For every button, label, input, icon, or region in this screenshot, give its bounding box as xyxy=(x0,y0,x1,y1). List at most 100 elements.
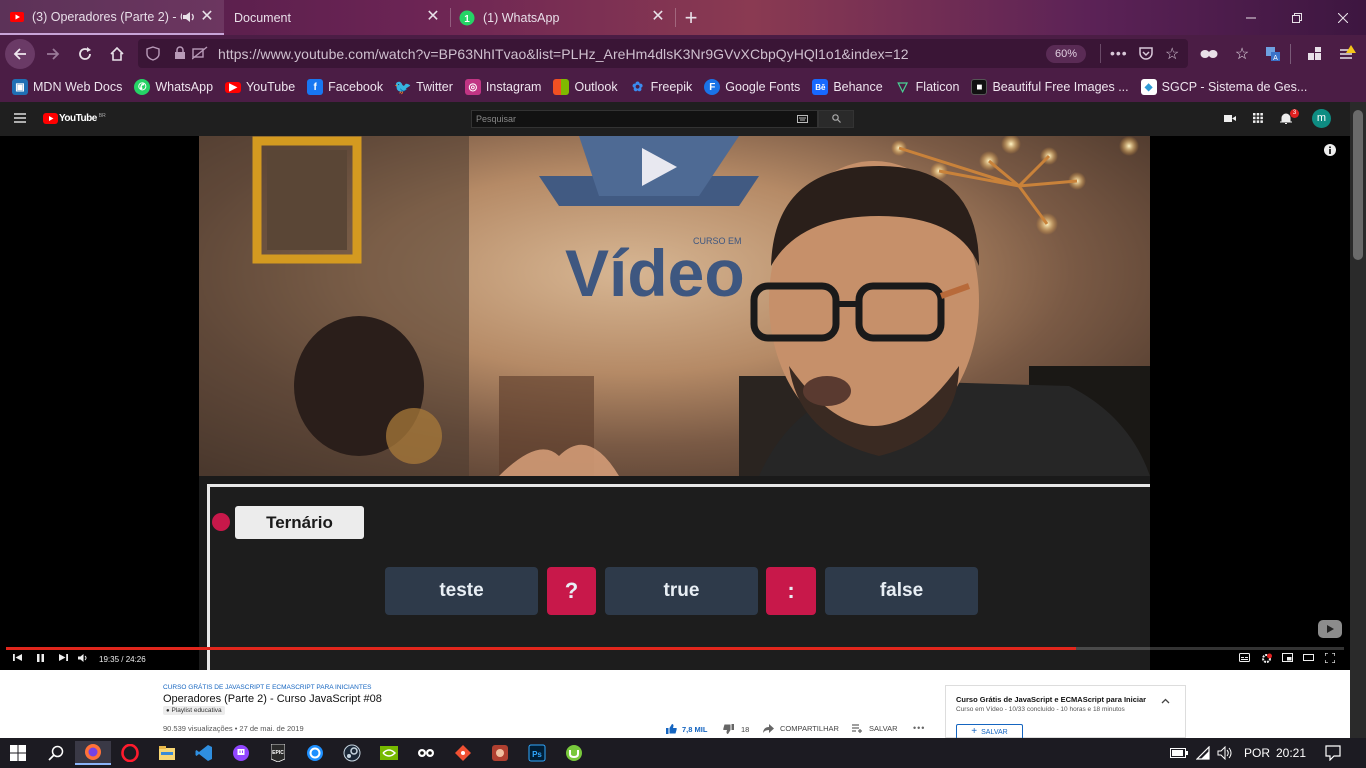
bookmark-flaticon[interactable]: ▽ Flaticon xyxy=(895,79,960,95)
shield-icon[interactable] xyxy=(146,46,160,61)
search-input[interactable]: Pesquisar xyxy=(471,110,818,128)
reload-icon[interactable] xyxy=(70,39,100,69)
scrollbar-thumb[interactable] xyxy=(1353,110,1363,260)
bookmark-unsplash[interactable]: ■ Beautiful Free Images ... xyxy=(971,79,1129,95)
playlist-link[interactable]: CURSO GRÁTIS DE JAVASCRIPT E ECMASCRIPT … xyxy=(163,684,372,691)
more-options-icon[interactable]: ••• xyxy=(913,723,925,733)
miniplayer-icon[interactable] xyxy=(1282,653,1293,662)
hamburger-menu-icon[interactable] xyxy=(14,113,26,123)
restore-icon[interactable] xyxy=(1274,0,1320,35)
photoshop-icon[interactable]: Ps xyxy=(519,741,555,765)
windows-start-icon[interactable] xyxy=(0,741,36,765)
notifications-center-icon[interactable] xyxy=(1325,745,1341,761)
settings-icon[interactable] xyxy=(1261,653,1272,664)
twitch-icon[interactable] xyxy=(223,741,259,765)
close-tab-icon[interactable]: ✕ xyxy=(200,9,214,25)
translate-icon[interactable]: A xyxy=(1258,39,1288,69)
bookmark-instagram[interactable]: ◎ Instagram xyxy=(464,79,541,95)
search-icon[interactable] xyxy=(38,741,74,765)
firefox-icon[interactable] xyxy=(75,741,111,765)
theater-mode-icon[interactable] xyxy=(1303,653,1314,662)
bookmark-freepik[interactable]: ✿ Freepik xyxy=(630,79,692,95)
search-button[interactable] xyxy=(818,110,854,128)
clock[interactable]: 20:21 xyxy=(1276,746,1306,760)
bookmark-outlook[interactable]: Outlook xyxy=(553,79,618,95)
wifi-icon[interactable] xyxy=(1196,746,1210,760)
mask-icon[interactable] xyxy=(1194,39,1224,69)
next-icon[interactable] xyxy=(59,653,68,662)
vscode-icon[interactable] xyxy=(186,741,222,765)
starred-icon[interactable]: ☆ xyxy=(1227,39,1257,69)
menu-icon[interactable] xyxy=(1332,39,1362,69)
playlist-title[interactable]: Curso Grátis de JavaScript e ECMAScript … xyxy=(956,695,1146,704)
bookmark-mdn[interactable]: ▣ MDN Web Docs xyxy=(12,79,122,95)
lock-icon[interactable] xyxy=(174,46,186,60)
bookmark-label: Google Fonts xyxy=(725,80,801,94)
file-explorer-icon[interactable] xyxy=(149,741,185,765)
fullscreen-icon[interactable] xyxy=(1325,653,1335,663)
like-button[interactable]: 7,8 MIL xyxy=(666,724,707,734)
tab-document[interactable]: Document ✕ xyxy=(224,0,450,35)
avatar[interactable]: m xyxy=(1312,109,1331,128)
volume-icon[interactable] xyxy=(78,653,89,663)
new-tab-icon[interactable]: + xyxy=(677,0,705,35)
tab-youtube[interactable]: (3) Operadores (Parte 2) - Cu ✕ xyxy=(0,0,224,35)
bookmark-twitter[interactable]: 🐦 Twitter xyxy=(394,79,453,95)
bookmark-label: Beautiful Free Images ... xyxy=(992,80,1129,94)
forward-icon[interactable] xyxy=(38,39,68,69)
steam-icon[interactable] xyxy=(334,741,370,765)
camera-blocked-icon[interactable] xyxy=(192,46,208,60)
create-video-icon[interactable] xyxy=(1224,114,1236,123)
tab-whatsapp[interactable]: 1 (1) WhatsApp ✕ xyxy=(451,0,675,35)
bookmark-facebook[interactable]: f Facebook xyxy=(307,79,383,95)
close-tab-icon[interactable]: ✕ xyxy=(651,9,665,25)
more-actions-icon[interactable]: ••• xyxy=(1110,45,1128,61)
url-bar[interactable]: https://www.youtube.com/watch?v=BP63NhIT… xyxy=(138,39,1188,68)
slide-title: Ternário xyxy=(235,506,364,539)
close-tab-icon[interactable]: ✕ xyxy=(426,9,440,25)
pause-icon[interactable] xyxy=(36,653,45,663)
apps-grid-icon[interactable] xyxy=(1253,113,1263,123)
uplay-icon[interactable] xyxy=(297,741,333,765)
app-icon[interactable] xyxy=(482,741,518,765)
opera-icon[interactable] xyxy=(112,741,148,765)
instagram-icon: ◎ xyxy=(464,79,481,95)
input-language[interactable]: POR xyxy=(1244,746,1270,760)
speaker-icon[interactable] xyxy=(182,10,196,24)
info-icon[interactable] xyxy=(1324,144,1336,156)
bookmark-whatsapp[interactable]: ✆ WhatsApp xyxy=(134,79,213,95)
bookmark-star-icon[interactable]: ☆ xyxy=(1165,44,1179,64)
pocket-icon[interactable] xyxy=(1138,45,1154,61)
channel-watermark-icon[interactable] xyxy=(1318,620,1342,638)
bookmark-sgcp[interactable]: ◆ SGCP - Sistema de Ges... xyxy=(1140,79,1308,95)
progress-bar[interactable] xyxy=(6,647,1344,650)
previous-icon[interactable] xyxy=(13,653,22,662)
tripadvisor-icon[interactable] xyxy=(408,741,444,765)
minimize-icon[interactable] xyxy=(1228,0,1274,35)
bookmark-youtube[interactable]: ▶ YouTube xyxy=(225,80,295,94)
dislike-button[interactable]: 18 xyxy=(723,724,749,734)
save-button[interactable]: SALVAR xyxy=(852,724,897,733)
git-icon[interactable] xyxy=(445,741,481,765)
chevron-up-icon[interactable] xyxy=(1161,698,1170,704)
subtitles-icon[interactable] xyxy=(1239,653,1250,662)
video-player[interactable]: Vídeo CURSO EM Ternário teste ? true: f… xyxy=(0,136,1350,670)
volume-tray-icon[interactable] xyxy=(1217,746,1233,760)
keyboard-icon[interactable] xyxy=(797,115,808,123)
page-scrollbar[interactable] xyxy=(1350,102,1366,738)
nvidia-icon[interactable] xyxy=(371,741,407,765)
home-icon[interactable] xyxy=(102,39,132,69)
epic-games-icon[interactable]: EPIC xyxy=(260,741,296,765)
share-button[interactable]: COMPARTILHAR xyxy=(763,724,839,733)
utorrent-icon[interactable] xyxy=(556,741,592,765)
close-window-icon[interactable] xyxy=(1320,0,1366,35)
zoom-level[interactable]: 60% xyxy=(1046,45,1086,63)
bookmark-google-fonts[interactable]: F Google Fonts xyxy=(704,79,800,95)
bookmark-behance[interactable]: Bē Behance xyxy=(812,79,883,95)
battery-icon[interactable] xyxy=(1170,748,1188,758)
whatsapp-icon: 1 xyxy=(459,10,475,26)
bookmark-label: SGCP - Sistema de Ges... xyxy=(1161,80,1308,94)
extensions-icon[interactable] xyxy=(1300,39,1330,69)
youtube-logo[interactable]: YouTube BR xyxy=(43,113,106,124)
back-icon[interactable] xyxy=(5,39,35,69)
